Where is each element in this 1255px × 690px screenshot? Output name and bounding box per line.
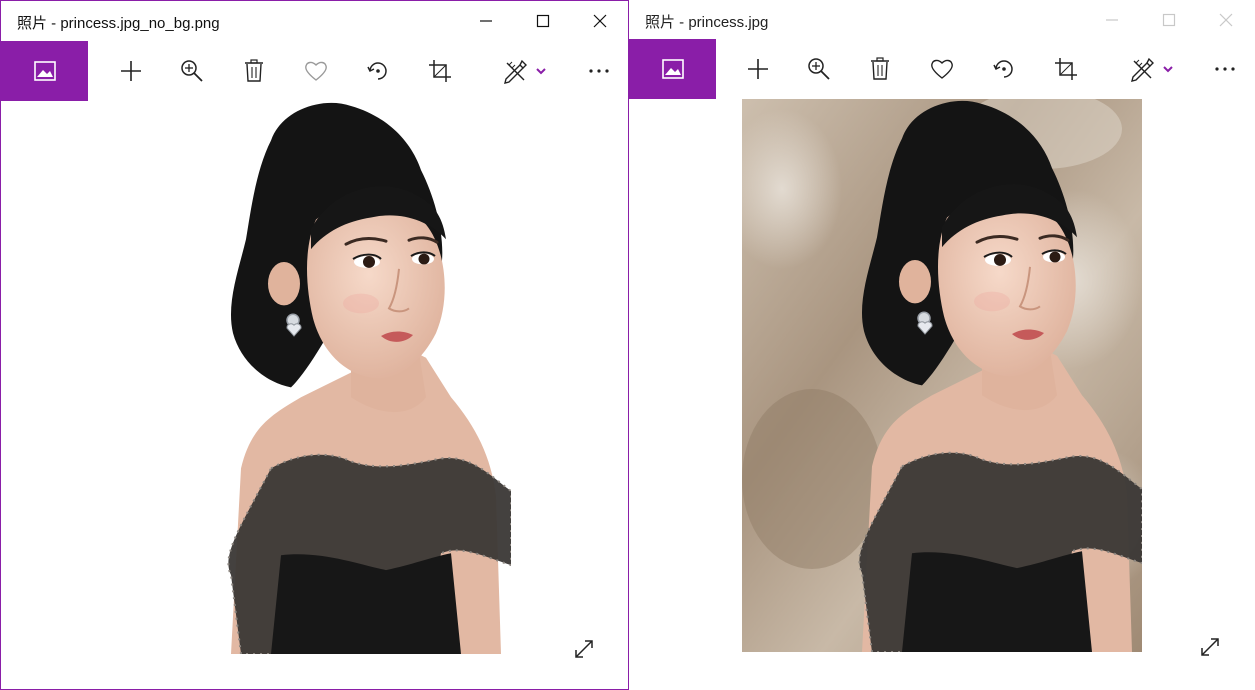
expand-button[interactable]: [567, 632, 601, 666]
gallery-icon: [33, 61, 56, 81]
trash-icon: [871, 57, 889, 80]
trash-icon: [245, 59, 263, 82]
maximize-button[interactable]: [1140, 0, 1197, 40]
close-button[interactable]: [571, 1, 628, 41]
zoom-in-icon: [808, 58, 830, 80]
crop-button[interactable]: [417, 41, 463, 101]
more-icon: [589, 69, 609, 73]
maximize-button[interactable]: [514, 1, 571, 41]
minimize-icon: [1105, 19, 1118, 21]
rotate-icon: [367, 62, 387, 80]
expand-icon: [575, 640, 593, 658]
more-button[interactable]: [1202, 39, 1248, 99]
window-title: 照片 - princess.jpg_no_bg.png: [17, 15, 220, 32]
expand-button[interactable]: [1193, 630, 1227, 664]
zoom-in-icon: [181, 60, 203, 82]
photo-original: [742, 99, 1142, 652]
chevron-down-icon: [1163, 66, 1173, 73]
title-bar[interactable]: 照片 - princess.jpg_no_bg.png: [1, 1, 628, 41]
heart-icon: [305, 61, 327, 81]
image-canvas[interactable]: [629, 99, 1255, 690]
more-button[interactable]: [576, 41, 622, 101]
minimize-icon: [479, 20, 492, 22]
edit-create-button[interactable]: [494, 41, 556, 101]
photo-no-background: [211, 101, 511, 654]
maximize-icon: [1162, 13, 1175, 27]
edit-create-icon: [504, 59, 527, 84]
photos-window-left: 照片 - princess.jpg_no_bg.png: [0, 0, 629, 690]
heart-icon: [931, 59, 953, 79]
favorite-button[interactable]: [919, 39, 965, 99]
crop-icon: [429, 60, 451, 82]
crop-button[interactable]: [1043, 39, 1089, 99]
delete-button[interactable]: [231, 41, 277, 101]
toolbar: [1, 41, 628, 101]
edit-create-button[interactable]: [1121, 39, 1183, 99]
gallery-button[interactable]: [629, 39, 716, 99]
window-title: 照片 - princess.jpg: [645, 14, 769, 31]
plus-icon: [748, 59, 768, 79]
toolbar: [629, 39, 1255, 99]
expand-icon: [1201, 638, 1219, 656]
gallery-button[interactable]: [1, 41, 88, 101]
title-bar[interactable]: 照片 - princess.jpg: [629, 0, 1255, 40]
chevron-down-icon: [536, 68, 546, 75]
photos-window-right: 照片 - princess.jpg: [629, 0, 1255, 690]
rotate-button[interactable]: [981, 39, 1027, 99]
minimize-button[interactable]: [1083, 0, 1140, 40]
gallery-icon: [661, 59, 684, 79]
close-icon: [593, 14, 606, 28]
minimize-button[interactable]: [457, 1, 514, 41]
close-button[interactable]: [1197, 0, 1254, 40]
portrait-image: [226, 101, 511, 654]
plus-icon: [121, 61, 141, 81]
maximize-icon: [536, 14, 549, 28]
edit-create-icon: [1131, 57, 1154, 82]
zoom-button[interactable]: [169, 41, 215, 101]
rotate-button[interactable]: [355, 41, 401, 101]
add-button[interactable]: [108, 41, 154, 101]
add-button[interactable]: [735, 39, 781, 99]
delete-button[interactable]: [857, 39, 903, 99]
zoom-button[interactable]: [796, 39, 842, 99]
rotate-icon: [993, 60, 1013, 78]
more-icon: [1215, 67, 1235, 71]
favorite-button[interactable]: [293, 41, 339, 101]
portrait-image: [742, 99, 1142, 652]
image-canvas[interactable]: [1, 101, 628, 689]
close-icon: [1219, 13, 1232, 27]
crop-icon: [1055, 58, 1077, 80]
